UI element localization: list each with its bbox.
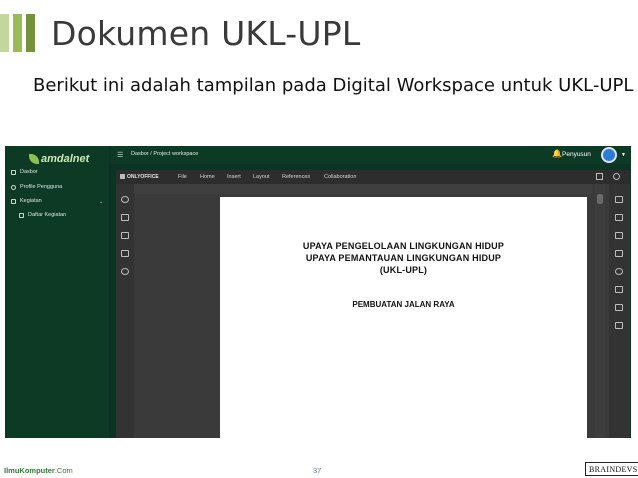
sidebar-item-label: Kegiatan bbox=[20, 198, 42, 204]
document-heading-line: UPAYA PEMANTAUAN LINGKUNGAN HIDUP bbox=[305, 253, 502, 263]
footer-source: IlmuKomputer.Com bbox=[4, 466, 73, 475]
onlyoffice-logo-icon bbox=[120, 174, 125, 180]
user-icon bbox=[11, 184, 16, 190]
sidebar-item-profile[interactable]: Profile Pengguna bbox=[11, 184, 62, 190]
checkbox-icon bbox=[11, 198, 16, 204]
menu-layout[interactable]: Layout bbox=[253, 174, 270, 180]
menu-references[interactable]: References bbox=[282, 174, 310, 180]
document-heading-line: (UKL-UPL) bbox=[379, 265, 428, 275]
chart-icon[interactable] bbox=[615, 286, 623, 293]
scroll-thumb[interactable] bbox=[597, 194, 603, 204]
sidebar-item-daftar-kegiatan[interactable]: Daftar Kegiatan bbox=[19, 212, 66, 218]
user-role-label[interactable]: Penyusun bbox=[562, 151, 591, 158]
app-screenshot: amdalnet Dasbor Profile Pengguna Kegiata… bbox=[5, 146, 631, 438]
page-number: 37 bbox=[313, 466, 322, 475]
brand-logo[interactable]: amdalnet bbox=[29, 150, 89, 168]
editor-menubar: ONLYOFFICE File Home Insert Layout Refer… bbox=[116, 170, 630, 184]
menu-collaboration[interactable]: Collaboration bbox=[324, 174, 356, 180]
accent-bar bbox=[26, 14, 35, 52]
table-icon[interactable] bbox=[615, 214, 623, 221]
app-sidebar: amdalnet Dasbor Profile Pengguna Kegiata… bbox=[5, 146, 109, 438]
shape-icon[interactable] bbox=[615, 268, 623, 275]
onlyoffice-logo: ONLYOFFICE bbox=[120, 174, 159, 180]
brand-text: amdalnet bbox=[41, 153, 90, 165]
editor-left-toolbar bbox=[116, 184, 134, 438]
document-page[interactable]: UPAYA PENGELOLAAN LINGKUNGAN HIDUP UPAYA… bbox=[220, 197, 587, 438]
bell-icon[interactable]: 🔔 bbox=[552, 149, 562, 158]
sidebar-item-label: Profile Pengguna bbox=[20, 184, 63, 190]
textart-icon[interactable] bbox=[615, 322, 623, 329]
image-icon[interactable] bbox=[615, 232, 623, 239]
search-icon[interactable] bbox=[121, 196, 129, 203]
accent-bar bbox=[13, 14, 22, 52]
sidebar-item-dasbor[interactable]: Dasbor bbox=[11, 169, 38, 175]
chat-icon[interactable] bbox=[121, 232, 129, 239]
vertical-scrollbar[interactable] bbox=[595, 184, 605, 438]
avatar[interactable] bbox=[601, 147, 617, 163]
document-heading-line: UPAYA PENGELOLAAN LINGKUNGAN HIDUP bbox=[302, 241, 505, 251]
app-topbar: ☰ Dasbor / Project workspace 🔔 Penyusun … bbox=[111, 146, 631, 164]
slide-title: Dokumen UKL-UPL bbox=[51, 14, 361, 53]
paragraph-icon[interactable] bbox=[615, 196, 623, 203]
info-icon[interactable] bbox=[121, 268, 129, 275]
menu-icon[interactable]: ☰ bbox=[117, 151, 123, 159]
accent-bar bbox=[0, 14, 9, 52]
sidebar-item-label: Daftar Kegiatan bbox=[28, 212, 67, 218]
document-subheading: PEMBUATAN JALAN RAYA bbox=[352, 300, 455, 309]
menu-insert[interactable]: Insert bbox=[227, 174, 241, 180]
braindevs-logo: BRAINDEVS bbox=[585, 462, 638, 476]
signature-icon[interactable] bbox=[615, 304, 623, 311]
breadcrumb: Dasbor / Project workspace bbox=[131, 151, 199, 157]
sidebar-item-kegiatan[interactable]: Kegiatan bbox=[11, 198, 42, 204]
horizontal-ruler bbox=[134, 184, 592, 194]
leaf-icon bbox=[29, 154, 39, 164]
slide-subtitle: Berikut ini adalah tampilan pada Digital… bbox=[33, 75, 634, 96]
menu-home[interactable]: Home bbox=[200, 174, 215, 180]
list-icon bbox=[19, 212, 24, 218]
header-footer-icon[interactable] bbox=[615, 250, 623, 257]
settings-icon[interactable] bbox=[596, 173, 603, 180]
menu-file[interactable]: File bbox=[178, 174, 187, 180]
editor-right-toolbar bbox=[609, 184, 630, 438]
chevron-down-icon[interactable]: ⌄ bbox=[99, 199, 103, 205]
onlyoffice-editor: ONLYOFFICE File Home Insert Layout Refer… bbox=[116, 170, 630, 438]
caret-down-icon[interactable]: ▼ bbox=[621, 152, 626, 158]
spellcheck-icon[interactable] bbox=[121, 250, 129, 257]
comment-icon[interactable] bbox=[121, 214, 129, 221]
sidebar-item-label: Dasbor bbox=[20, 169, 38, 175]
title-accent-bars bbox=[0, 14, 35, 52]
user-circle-icon[interactable] bbox=[613, 173, 620, 180]
dashboard-icon bbox=[11, 169, 16, 175]
